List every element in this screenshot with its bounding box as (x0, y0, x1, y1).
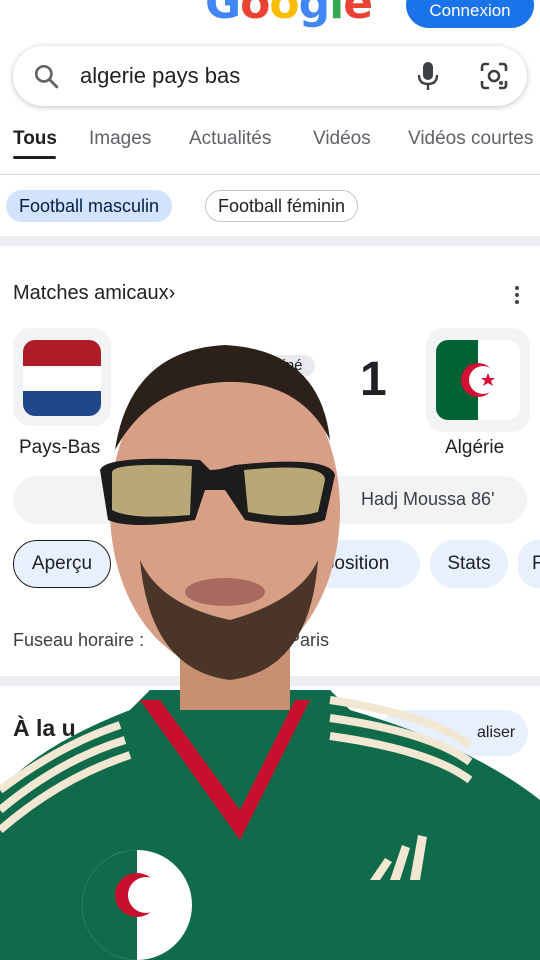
search-box[interactable]: algerie pays bas (13, 46, 527, 106)
google-logo[interactable]: Google (205, 0, 373, 29)
tab-videos[interactable]: Vidéos (313, 128, 371, 150)
chip-football-feminin[interactable]: Football féminin (205, 190, 359, 222)
divider (0, 174, 540, 175)
section-separator (0, 236, 540, 246)
search-icon[interactable] (33, 63, 59, 89)
tab-active-indicator (13, 156, 56, 159)
person-overlay (0, 345, 540, 960)
card-title[interactable]: Matches amicaux› (13, 282, 175, 305)
tab-images[interactable]: Images (89, 128, 151, 150)
tab-actualites[interactable]: Actualités (189, 128, 271, 150)
search-tabs: Tous Images Actualités Vidéos Vidéos cou… (13, 128, 540, 174)
mic-icon[interactable] (416, 61, 440, 91)
tab-videos-courtes[interactable]: Vidéos courtes (408, 128, 533, 150)
chip-football-masculin[interactable]: Football masculin (6, 190, 173, 222)
menu-icon[interactable] (20, 0, 46, 8)
card-title-text: Matches amicaux (13, 282, 169, 304)
tab-tous[interactable]: Tous (13, 128, 57, 150)
top-bar: Google Connexion (0, 0, 540, 40)
signin-button[interactable]: Connexion (406, 0, 534, 28)
lens-icon[interactable] (480, 62, 508, 90)
chevron-right-icon: › (168, 282, 176, 304)
search-input[interactable]: algerie pays bas (80, 63, 240, 89)
more-vert-icon[interactable] (514, 286, 520, 306)
